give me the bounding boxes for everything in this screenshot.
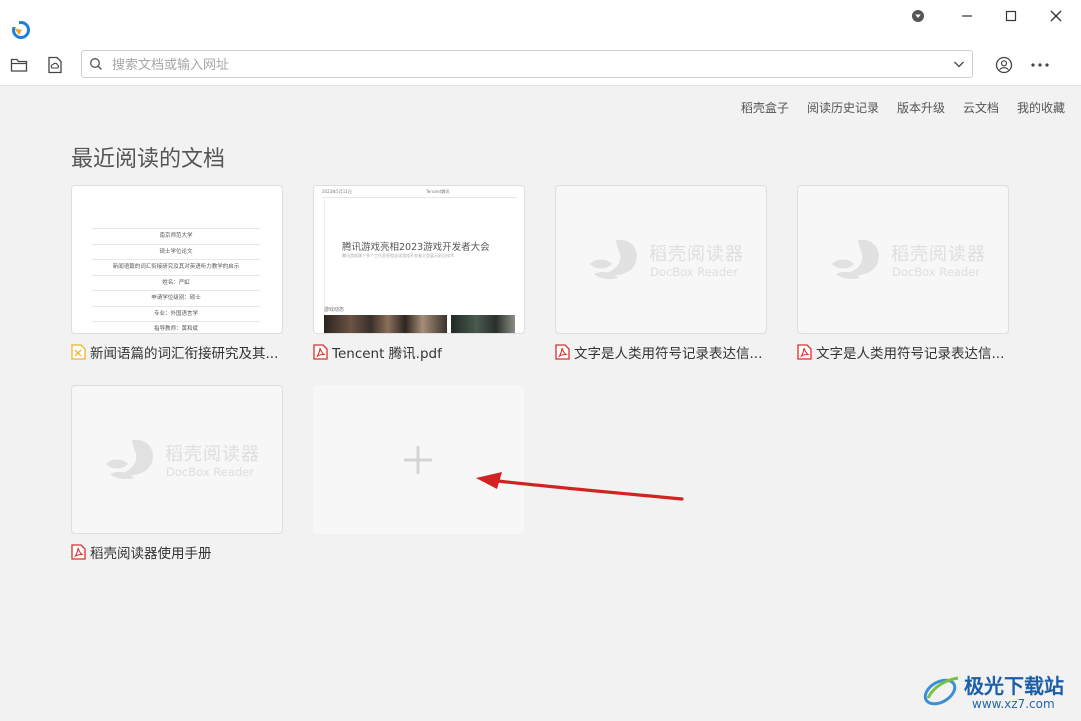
document-name[interactable]: 文字是人类用符号记录表达信... [816, 342, 1004, 362]
document-thumbnail[interactable]: 南京师范大学 硕士学位论文 新闻语篇的词汇衔接研究及其对英语听力教学的启示 姓名… [71, 185, 283, 334]
document-name[interactable]: 文字是人类用符号记录表达信... [574, 342, 762, 362]
placeholder-title-en: DocBox Reader [650, 265, 738, 279]
link-upgrade[interactable]: 版本升级 [897, 99, 945, 116]
title-bar [0, 0, 1081, 45]
toolbar [0, 45, 1081, 86]
site-watermark: 极光下载站 www.xz7.com [920, 668, 1075, 716]
link-docbox[interactable]: 稻壳盒子 [741, 99, 789, 116]
placeholder-title-cn: 稻壳阅读器 [649, 244, 744, 265]
search-box[interactable] [81, 50, 973, 78]
docbox-placeholder-logo: 稻壳阅读器 DocBox Reader [586, 234, 746, 286]
add-document-button[interactable] [313, 385, 524, 534]
docbox-placeholder-logo: 稻壳阅读器 DocBox Reader [828, 234, 988, 286]
placeholder-title-cn: 稻壳阅读器 [891, 244, 986, 265]
document-card[interactable]: 2023年5月11日 Tencent腾讯 腾讯游戏亮相2023游戏开发者大会 腾… [313, 185, 525, 362]
folder-icon[interactable] [9, 55, 29, 75]
pdf-file-icon [555, 344, 570, 360]
thumb-margin-line [324, 197, 325, 317]
thumb-photo [451, 315, 515, 333]
pdf-file-icon [313, 344, 328, 360]
watermark-text: 极光下载站 [964, 674, 1064, 698]
dropdown-circle-icon[interactable] [905, 6, 931, 26]
thesis-table: 南京师范大学 硕士学位论文 新闻语篇的词汇衔接研究及其对英语听力教学的启示 姓名… [92, 228, 260, 333]
document-thumbnail[interactable]: 2023年5月11日 Tencent腾讯 腾讯游戏亮相2023游戏开发者大会 腾… [313, 185, 525, 334]
document-thumbnail[interactable]: 稻壳阅读器 DocBox Reader [71, 385, 283, 534]
document-card[interactable]: 稻壳阅读器 DocBox Reader 文字是人类用符号记录表达信... [797, 185, 1009, 362]
document-name[interactable]: 新闻语篇的词汇衔接研究及其... [90, 342, 278, 362]
search-icon [90, 58, 102, 70]
thumb-section: 游戏动态 [324, 307, 345, 313]
thumb-header: Tencent腾讯 [426, 189, 450, 194]
pdf-file-icon [797, 344, 812, 360]
section-title: 最近阅读的文档 [71, 147, 226, 172]
thumb-rule [322, 197, 517, 198]
placeholder-title-en: DocBox Reader [166, 465, 254, 479]
docbox-leaf-icon [106, 439, 153, 479]
more-dots-icon[interactable] [1030, 55, 1050, 75]
thesis-row: 指导教师：黄和斌 [92, 322, 260, 333]
thesis-row: 硕士学位论文 [92, 245, 260, 260]
thesis-row: 姓名：严虹 [92, 276, 260, 291]
link-reading-history[interactable]: 阅读历史记录 [807, 99, 879, 116]
top-links: 稻壳盒子 阅读历史记录 版本升级 云文档 我的收藏 [741, 99, 1065, 116]
link-favorites[interactable]: 我的收藏 [1017, 99, 1065, 116]
docbox-placeholder-logo: 稻壳阅读器 DocBox Reader [102, 434, 262, 486]
document-card[interactable]: 南京师范大学 硕士学位论文 新闻语篇的词汇衔接研究及其对英语听力教学的启示 姓名… [71, 185, 283, 362]
placeholder-title-cn: 稻壳阅读器 [165, 444, 260, 465]
app-logo-icon [11, 21, 30, 39]
maximize-button[interactable] [998, 6, 1024, 26]
minimize-button[interactable] [954, 6, 980, 26]
document-name[interactable]: Tencent 腾讯.pdf [332, 342, 442, 362]
document-card[interactable]: 稻壳阅读器 DocBox Reader 稻壳阅读器使用手册 [71, 385, 283, 562]
document-name[interactable]: 稻壳阅读器使用手册 [90, 542, 212, 562]
thesis-row: 专业：外国语言学 [92, 307, 260, 322]
document-thumbnail[interactable]: 稻壳阅读器 DocBox Reader [797, 185, 1009, 334]
document-thumbnail[interactable]: 稻壳阅读器 DocBox Reader [555, 185, 767, 334]
chevron-down-icon[interactable] [952, 57, 966, 71]
thumb-subline: 腾讯游戏旗下多个工作室亮相全球游戏开发者大会展示前沿技术 [342, 253, 454, 258]
document-card[interactable]: 稻壳阅读器 DocBox Reader 文字是人类用符号记录表达信... [555, 185, 767, 362]
watermark-logo-icon [923, 676, 959, 706]
placeholder-title-en: DocBox Reader [892, 265, 980, 279]
link-cloud-docs[interactable]: 云文档 [963, 99, 999, 116]
cloud-file-icon[interactable] [45, 55, 65, 75]
docbox-leaf-icon [832, 239, 879, 279]
search-input[interactable] [110, 54, 934, 76]
pdf-file-icon [71, 544, 86, 560]
thesis-row: 申请学位级别：硕士 [92, 291, 260, 307]
annotation-arrow-icon [476, 472, 684, 501]
thumb-headline: 腾讯游戏亮相2023游戏开发者大会 [342, 242, 490, 253]
watermark-url: www.xz7.com [972, 697, 1055, 711]
plus-icon [404, 446, 432, 474]
close-button[interactable] [1043, 6, 1069, 26]
thumb-date: 2023年5月11日 [322, 189, 352, 194]
thesis-row: 南京师范大学 [92, 229, 260, 245]
word-file-icon [71, 344, 86, 360]
docbox-leaf-icon [590, 239, 637, 279]
user-circle-icon[interactable] [994, 55, 1014, 75]
thumb-photo [324, 315, 447, 333]
thesis-row: 新闻语篇的词汇衔接研究及其对英语听力教学的启示 [92, 260, 260, 276]
